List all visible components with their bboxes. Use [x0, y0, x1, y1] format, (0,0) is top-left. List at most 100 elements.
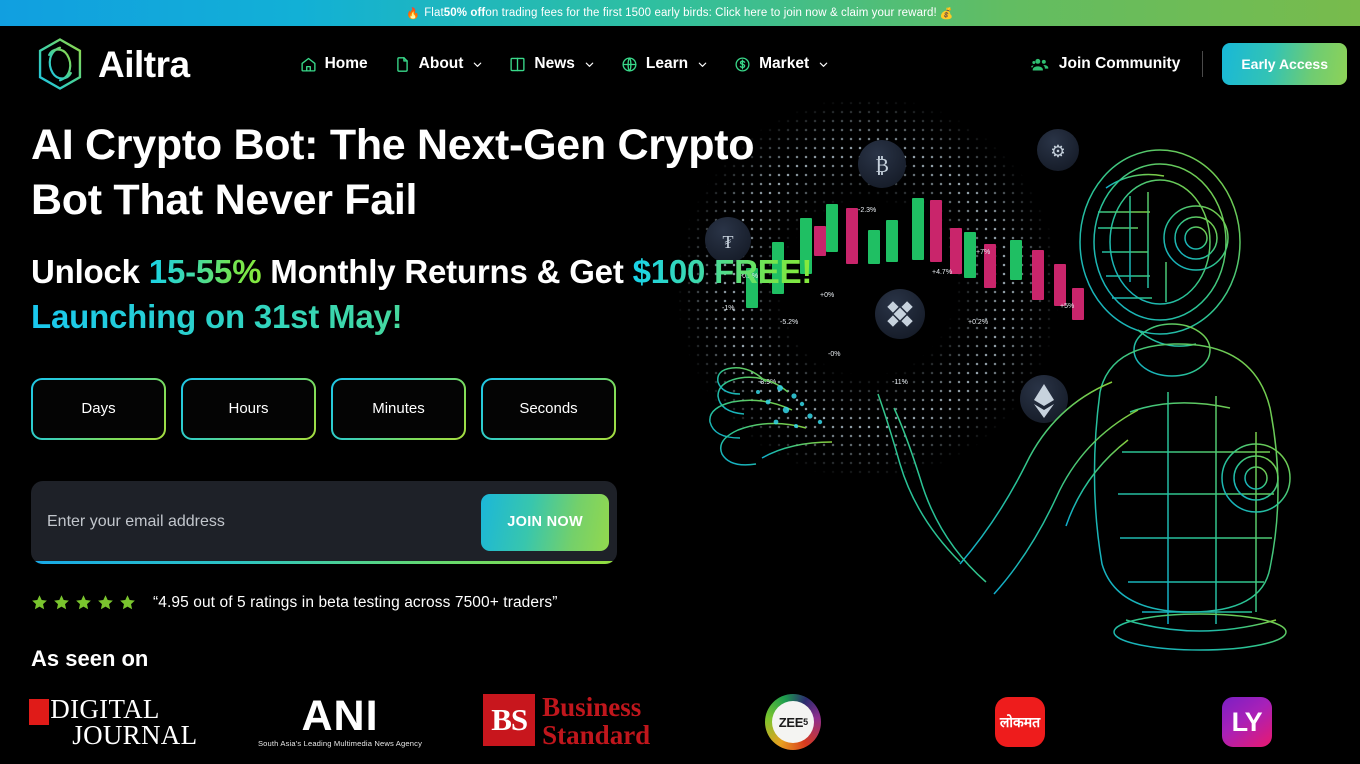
business-standard-line2: Standard	[542, 720, 651, 750]
nav-item-about[interactable]: About	[394, 55, 484, 73]
nav-label-learn: Learn	[645, 55, 689, 72]
chevron-down-icon	[585, 62, 594, 67]
nav-item-market[interactable]: Market	[734, 55, 829, 73]
join-community-link[interactable]: Join Community	[1031, 55, 1202, 74]
press-logo-digital-journal[interactable]: DIGITAL JOURNAL	[0, 680, 227, 764]
svg-text:-0%: -0%	[828, 351, 840, 358]
nav-item-learn[interactable]: Learn	[621, 55, 708, 73]
join-now-button[interactable]: JOIN NOW	[481, 493, 609, 551]
people-group-icon	[1031, 58, 1049, 71]
svg-text:₿: ₿	[875, 155, 889, 177]
zee5-sup: 5	[803, 717, 808, 727]
money-bag-icon: 💰	[939, 7, 954, 20]
svg-text:⚙: ⚙	[1050, 142, 1065, 161]
nav-item-home[interactable]: Home	[300, 55, 368, 73]
svg-text:-11%: -11%	[892, 379, 908, 386]
countdown-minutes-label: Minutes	[372, 400, 425, 418]
bitcoin-icon: ₿	[858, 140, 906, 188]
header-actions: Join Community Early Access	[1031, 43, 1347, 85]
svg-text:+7%: +7%	[976, 249, 990, 256]
sub-prefix: Unlock	[31, 253, 149, 291]
book-icon	[510, 57, 525, 71]
countdown-days-label: Days	[81, 400, 116, 418]
svg-text:+4.7%: +4.7%	[932, 269, 952, 276]
sub-free: $100 FREE!	[632, 253, 813, 291]
chevron-down-icon	[819, 62, 828, 67]
countdown-hours-label: Hours	[228, 400, 269, 418]
home-icon	[301, 57, 316, 72]
lokmat-wordmark: लोकमत	[995, 697, 1046, 747]
logo[interactable]: Ailtra	[31, 35, 190, 93]
header-divider	[1202, 51, 1204, 77]
ani-tagline: South Asia's Leading Multimedia News Age…	[257, 738, 423, 748]
nav-label-home: Home	[324, 55, 368, 72]
countdown-seconds: Seconds	[481, 378, 616, 440]
hero-content: AI Crypto Bot: The Next-Gen Crypto Bot T…	[0, 102, 820, 612]
star-icon	[32, 595, 47, 610]
promo-banner[interactable]: 🔥 Flat 50% off on trading fees for the f…	[0, 0, 1360, 26]
hero-subheadline: Unlock 15-55% Monthly Returns & Get $100…	[31, 250, 820, 340]
star-icon	[54, 595, 69, 610]
site-header: Ailtra Home About News Learn Market Join…	[0, 26, 1360, 102]
chevron-down-icon	[474, 62, 482, 67]
star-icon	[98, 595, 113, 610]
chevron-down-icon	[698, 62, 707, 67]
svg-text:+0%: +0%	[820, 292, 834, 299]
zee5-text: ZEE	[778, 714, 804, 730]
sub-percent: 15-55%	[148, 253, 262, 291]
press-logo-zee5[interactable]: ZEE 5	[680, 680, 907, 764]
nav-label-news: News	[534, 55, 575, 72]
main-nav: Home About News Learn Market	[300, 55, 830, 73]
as-seen-on-section: As seen on	[31, 646, 148, 672]
countdown-minutes: Minutes	[331, 378, 466, 440]
logo-text: Ailtra	[98, 43, 190, 85]
fire-icon: 🔥	[406, 7, 421, 20]
press-logos: DIGITAL JOURNAL ANI South Asia's Leading…	[0, 680, 1360, 764]
nav-label-about: About	[418, 55, 464, 72]
email-input[interactable]	[47, 513, 482, 532]
star-icon	[120, 595, 135, 610]
nav-label-market: Market	[759, 55, 810, 72]
countdown-days: Days	[31, 378, 166, 440]
digital-journal-line1: DIGITAL	[50, 693, 160, 724]
promo-suffix: on trading fees for the first 1500 early…	[485, 7, 937, 19]
ratings-text: “4.95 out of 5 ratings in beta testing a…	[153, 593, 558, 611]
digital-journal-line2: JOURNAL	[72, 720, 198, 750]
business-standard-badge: BS	[483, 694, 536, 747]
star-rating	[31, 594, 136, 611]
digital-journal-red-square	[29, 698, 50, 725]
email-signup-form: JOIN NOW	[31, 480, 617, 564]
page-title: AI Crypto Bot: The Next-Gen Crypto Bot T…	[31, 121, 755, 225]
press-logo-ly[interactable]: LY	[1133, 680, 1360, 764]
sub-middle: Monthly Returns & Get	[261, 253, 633, 291]
ethereum-icon	[1020, 375, 1068, 423]
svg-text:+0.2%: +0.2%	[968, 319, 988, 326]
svg-text:+5%: +5%	[1060, 303, 1074, 310]
countdown-timer: Days Hours Minutes Seconds	[31, 378, 820, 440]
join-community-label: Join Community	[1058, 55, 1181, 72]
nav-item-news[interactable]: News	[509, 55, 595, 73]
hero-section: -1%+0.2% -5.2%-3.9% +0%-0% -2.3%+4.7% +7…	[0, 92, 1360, 662]
countdown-hours: Hours	[181, 378, 316, 440]
press-logo-lokmat[interactable]: लोकमत	[907, 680, 1134, 764]
ailtra-hexagon-logo-icon	[38, 38, 82, 90]
ratings-row: “4.95 out of 5 ratings in beta testing a…	[31, 594, 820, 612]
business-standard-line1: Business	[542, 692, 642, 723]
ly-wordmark: LY	[1221, 697, 1272, 747]
cardano-icon: ⚙	[1037, 129, 1079, 171]
promo-highlight: 50% off	[443, 7, 486, 19]
press-logo-business-standard[interactable]: BS Business Standard	[453, 680, 680, 764]
countdown-seconds-label: Seconds	[519, 400, 578, 418]
dollar-circle-icon	[735, 56, 750, 72]
svg-text:-2.3%: -2.3%	[858, 207, 876, 214]
ani-wordmark: ANI	[301, 692, 379, 741]
as-seen-on-title: As seen on	[31, 646, 149, 671]
early-access-button[interactable]: Early Access	[1222, 43, 1347, 85]
promo-prefix: Flat	[424, 7, 444, 19]
binance-icon	[875, 289, 925, 339]
document-icon	[396, 56, 408, 72]
globe-icon	[622, 56, 637, 72]
star-icon	[76, 595, 91, 610]
press-logo-ani[interactable]: ANI South Asia's Leading Multimedia News…	[227, 680, 454, 764]
sub-launch-date: Launching on 31st May!	[31, 295, 820, 340]
